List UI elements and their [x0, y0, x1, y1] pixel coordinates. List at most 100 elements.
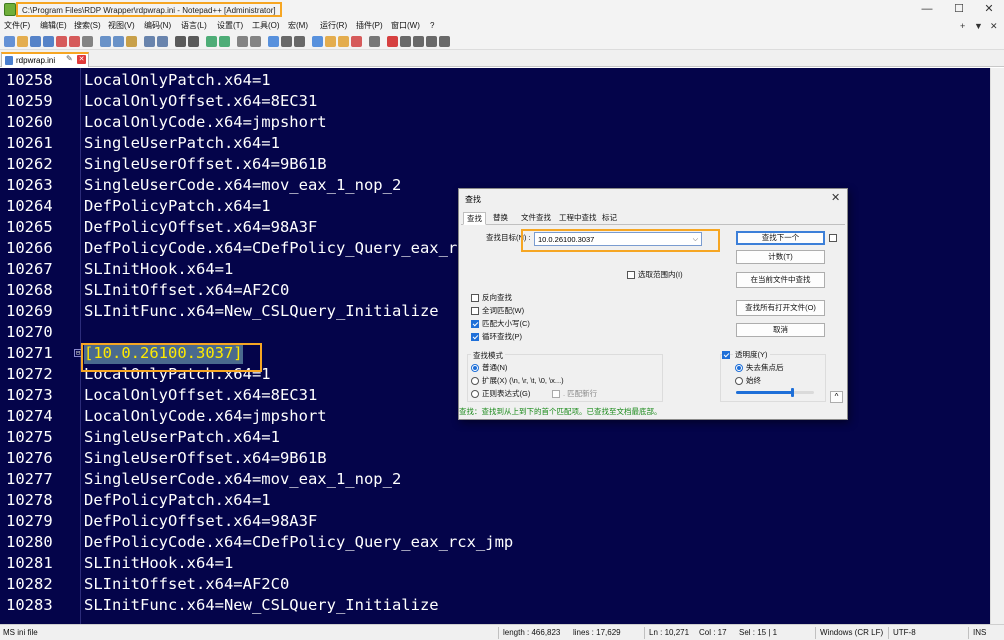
- find-next-button[interactable]: 查找下一个: [736, 231, 825, 245]
- code-line[interactable]: 10283 SLInitFunc.x64=New_CSLQuery_Initial…: [0, 595, 990, 616]
- code-line[interactable]: 10261 SingleUserPatch.x64=1: [0, 133, 990, 154]
- sync-h-icon[interactable]: [250, 36, 261, 47]
- undo-icon[interactable]: [144, 36, 155, 47]
- transparency-checkbox[interactable]: [722, 351, 730, 359]
- code-line[interactable]: 10282 SLInitOffset.x64=AF2C0: [0, 574, 990, 595]
- mode-normal-radio[interactable]: [471, 364, 479, 372]
- chevron-down-icon[interactable]: ⌵: [693, 234, 698, 245]
- zoom-in-icon[interactable]: [206, 36, 217, 47]
- function-list-icon[interactable]: [338, 36, 349, 47]
- menu-plugins[interactable]: 插件(P): [356, 20, 383, 32]
- minimize-button[interactable]: —: [912, 0, 942, 19]
- save-all-icon[interactable]: [43, 36, 54, 47]
- paste-icon[interactable]: [126, 36, 137, 47]
- find-icon[interactable]: [175, 36, 186, 47]
- code-line[interactable]: 10281 SLInitHook.x64=1: [0, 553, 990, 574]
- menu-macro[interactable]: 宏(M): [288, 20, 308, 32]
- transparency-slider-thumb[interactable]: [791, 388, 795, 397]
- play-macro-icon[interactable]: [413, 36, 424, 47]
- run-macro-icon[interactable]: [426, 36, 437, 47]
- save-macro-icon[interactable]: [439, 36, 450, 47]
- transparency-on-lose-focus-radio[interactable]: [735, 364, 743, 372]
- folder-workspace-icon[interactable]: [351, 36, 362, 47]
- tab-find-in-projects[interactable]: 工程中查找: [556, 212, 600, 225]
- menu-encoding[interactable]: 编码(N): [144, 20, 171, 32]
- cut-icon[interactable]: [100, 36, 111, 47]
- code-line[interactable]: 10280 DefPolicyCode.x64=CDefPolicy_Query_…: [0, 532, 990, 553]
- menu-tools[interactable]: 工具(O): [252, 20, 280, 32]
- redo-icon[interactable]: [157, 36, 168, 47]
- vertical-scrollbar[interactable]: [990, 68, 1004, 624]
- doc-map-icon[interactable]: [325, 36, 336, 47]
- wrap-around-checkbox[interactable]: [471, 333, 479, 341]
- zoom-out-icon[interactable]: [219, 36, 230, 47]
- menu-language[interactable]: 语言(L): [181, 20, 207, 32]
- tab-rdpwrap-ini[interactable]: rdpwrap.ini ✎ ✕: [1, 52, 89, 67]
- print-icon[interactable]: [82, 36, 93, 47]
- code-line[interactable]: 10260 LocalOnlyCode.x64=jmpshort: [0, 112, 990, 133]
- tab-close-icon[interactable]: ✕: [77, 55, 86, 64]
- menu-file[interactable]: 文件(F): [4, 20, 30, 32]
- maximize-button[interactable]: ☐: [944, 0, 974, 19]
- menu-search[interactable]: 搜索(S): [74, 20, 101, 32]
- match-case-checkbox[interactable]: [471, 320, 479, 328]
- record-macro-icon[interactable]: [387, 36, 398, 47]
- mode-regex-radio[interactable]: [471, 390, 479, 398]
- mode-extended-radio[interactable]: [471, 377, 479, 385]
- close-document-button[interactable]: ✕: [990, 20, 998, 32]
- copy-icon[interactable]: [113, 36, 124, 47]
- menu-run[interactable]: 运行(R): [320, 20, 347, 32]
- find-what-input[interactable]: 10.0.26100.3037 ⌵: [534, 232, 702, 246]
- code-line[interactable]: 10259 LocalOnlyOffset.x64=8EC31: [0, 91, 990, 112]
- indent-guide-icon[interactable]: [294, 36, 305, 47]
- menu-window[interactable]: 窗口(W): [391, 20, 420, 32]
- find-all-in-open-docs-button[interactable]: 查找所有打开文件(O): [736, 300, 825, 316]
- tab-find[interactable]: 查找: [463, 212, 486, 225]
- tab-find-in-files[interactable]: 文件查找: [518, 212, 554, 225]
- collapse-dialog-button[interactable]: ^: [830, 391, 843, 403]
- transparency-always-radio[interactable]: [735, 377, 743, 385]
- stop-macro-icon[interactable]: [400, 36, 411, 47]
- code-line[interactable]: 10277 SingleUserCode.x64=mov_eax_1_nop_2: [0, 469, 990, 490]
- new-file-icon[interactable]: [4, 36, 15, 47]
- menu-settings[interactable]: 设置(T): [217, 20, 243, 32]
- word-wrap-icon[interactable]: [268, 36, 279, 47]
- code-line[interactable]: 10279 DefPolicyOffset.x64=98A3F: [0, 511, 990, 532]
- close-icon[interactable]: [56, 36, 67, 47]
- monitor-icon[interactable]: [369, 36, 380, 47]
- sync-v-icon[interactable]: [237, 36, 248, 47]
- tab-list-dropdown[interactable]: ▼: [974, 20, 983, 32]
- close-button[interactable]: ✕: [974, 0, 1004, 19]
- tab-replace[interactable]: 替换: [490, 212, 511, 225]
- backward-checkbox[interactable]: [471, 294, 479, 302]
- dot-matches-newline-checkbox[interactable]: [552, 390, 560, 398]
- find-all-in-current-button[interactable]: 在当前文件中查找: [736, 272, 825, 288]
- save-icon[interactable]: [30, 36, 41, 47]
- count-button[interactable]: 计数(T): [736, 250, 825, 264]
- find-next-option-checkbox[interactable]: [829, 234, 837, 242]
- code-line[interactable]: 10278 DefPolicyPatch.x64=1: [0, 490, 990, 511]
- new-tab-button[interactable]: +: [960, 20, 965, 32]
- menu-view[interactable]: 视图(V): [108, 20, 135, 32]
- cancel-button[interactable]: 取消: [736, 323, 825, 337]
- tab-mark[interactable]: 标记: [599, 212, 620, 225]
- udl-icon[interactable]: [312, 36, 323, 47]
- status-insert-mode: INS: [973, 628, 987, 637]
- menu-help[interactable]: ?: [430, 20, 434, 32]
- code-line[interactable]: 10258 LocalOnlyPatch.x64=1: [0, 70, 990, 91]
- replace-icon[interactable]: [188, 36, 199, 47]
- show-all-icon[interactable]: [281, 36, 292, 47]
- code-line[interactable]: 10276 SingleUserOffset.x64=9B61B: [0, 448, 990, 469]
- line-text: LocalOnlyPatch.x64=1: [84, 71, 271, 89]
- in-selection-checkbox[interactable]: [627, 271, 635, 279]
- open-file-icon[interactable]: [17, 36, 28, 47]
- code-line[interactable]: 10275 SingleUserPatch.x64=1: [0, 427, 990, 448]
- dialog-close-icon[interactable]: ✕: [831, 191, 840, 204]
- menu-edit[interactable]: 编辑(E): [40, 20, 67, 32]
- line-text: LocalOnlyCode.x64=jmpshort: [84, 407, 327, 425]
- whole-word-checkbox[interactable]: [471, 307, 479, 315]
- transparency-slider[interactable]: [736, 388, 814, 397]
- close-all-icon[interactable]: [69, 36, 80, 47]
- line-text: LocalOnlyCode.x64=jmpshort: [84, 113, 327, 131]
- code-line[interactable]: 10262 SingleUserOffset.x64=9B61B: [0, 154, 990, 175]
